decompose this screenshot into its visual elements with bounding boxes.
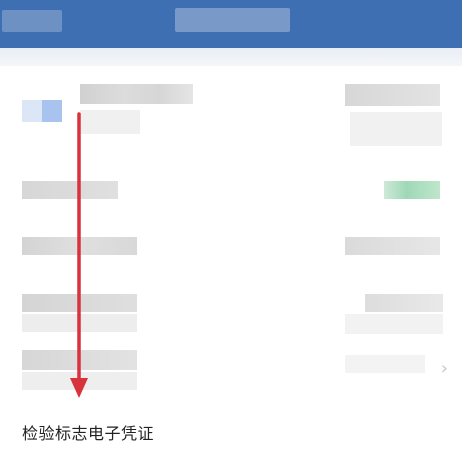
inspection-voucher-label[interactable]: 检验标志电子凭证: [22, 420, 154, 444]
arrow-down-icon: [70, 112, 88, 398]
